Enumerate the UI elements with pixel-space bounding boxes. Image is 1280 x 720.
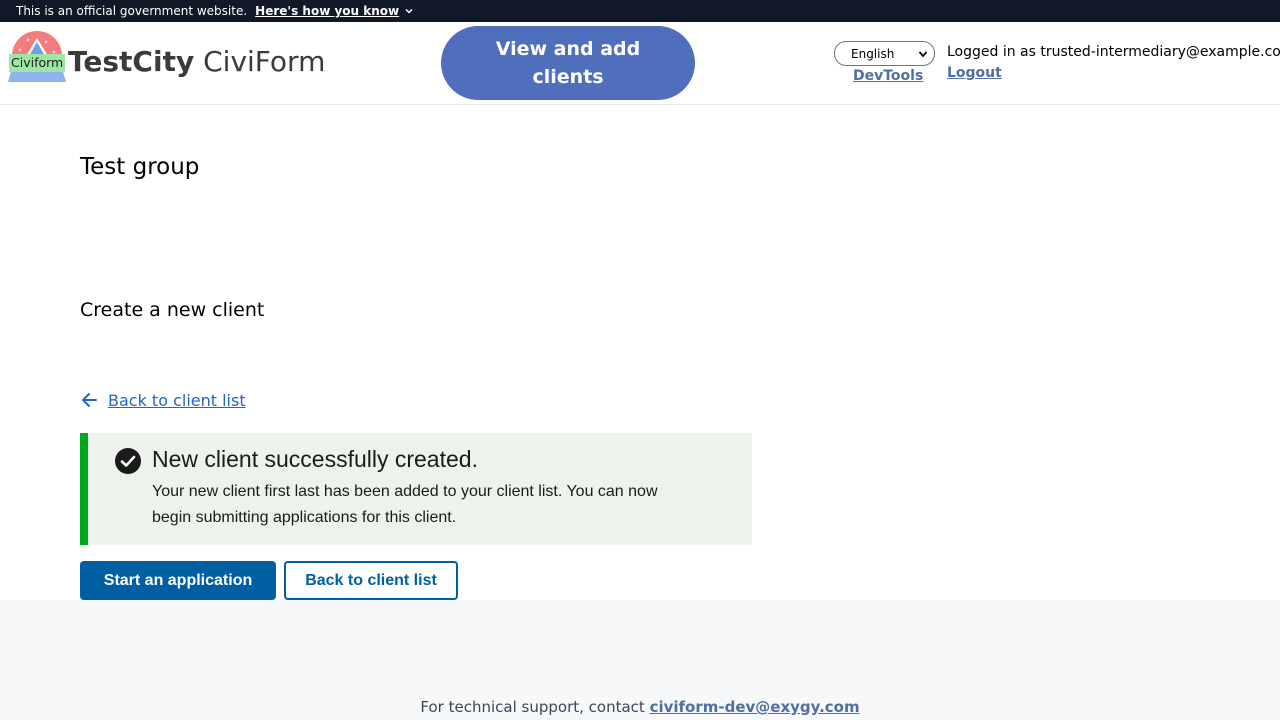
- civiform-logo[interactable]: Civiform: [8, 30, 66, 82]
- language-selected: English: [851, 46, 895, 61]
- support-text: For technical support, contact civiform-…: [0, 698, 1280, 716]
- brand-city: TestCity: [68, 45, 195, 78]
- how-you-know-label: Here's how you know: [255, 4, 400, 18]
- gov-banner: This is an official government website. …: [0, 0, 1280, 22]
- alert-body: Your new client first last has been adde…: [152, 483, 658, 526]
- language-select[interactable]: English: [834, 41, 935, 66]
- brand-name: TestCity CiviForm: [68, 44, 325, 80]
- back-to-client-list-link[interactable]: Back to client list: [80, 390, 246, 410]
- alert-heading: New client successfully created.: [152, 446, 478, 472]
- logo-text: Civiform: [11, 55, 64, 70]
- logged-in-text: Logged in as trusted-intermediary@exampl…: [947, 44, 1280, 60]
- site-header: Civiform TestCity CiviForm View and add …: [0, 22, 1280, 105]
- back-link-label: Back to client list: [108, 390, 246, 410]
- chevron-down-icon: [918, 51, 928, 58]
- chevron-down-icon: [405, 8, 413, 14]
- gov-banner-text: This is an official government website.: [16, 4, 248, 18]
- success-alert: New client successfully created. Your ne…: [80, 433, 752, 545]
- back-to-client-list-button[interactable]: Back to client list: [284, 561, 458, 600]
- site-footer: For technical support, contact civiform-…: [0, 600, 1280, 720]
- section-title: Create a new client: [80, 299, 265, 321]
- view-add-clients-button[interactable]: View and add clients: [441, 26, 695, 100]
- support-email-link[interactable]: civiform-dev@exygy.com: [650, 698, 860, 716]
- devtools-link[interactable]: DevTools: [853, 68, 923, 84]
- support-label: For technical support, contact: [420, 698, 645, 716]
- arrow-left-icon: [82, 393, 97, 407]
- brand-product: CiviForm: [203, 45, 326, 78]
- check-circle-icon: [115, 448, 141, 474]
- page-title: Test group: [80, 154, 200, 180]
- logout-link[interactable]: Logout: [947, 65, 1002, 81]
- how-you-know-link[interactable]: Here's how you know: [255, 4, 414, 18]
- start-application-button[interactable]: Start an application: [80, 561, 276, 600]
